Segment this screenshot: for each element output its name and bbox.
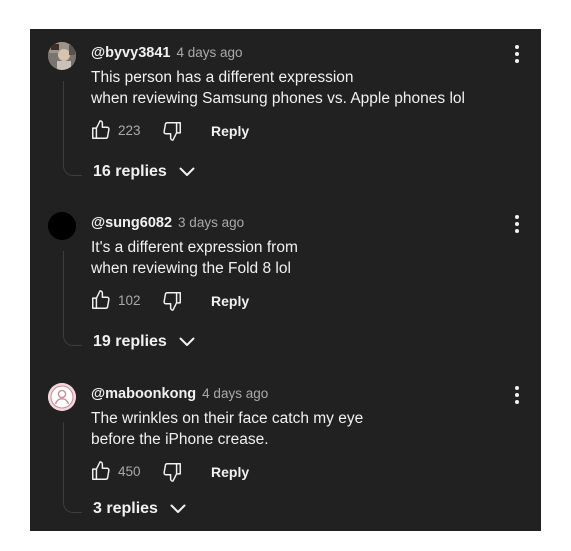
reply-button[interactable]: Reply: [211, 464, 249, 480]
comment-text-line: when reviewing the Fold 8 lol: [91, 260, 291, 277]
comment-text: This person has a different expression w…: [91, 67, 465, 109]
reply-button[interactable]: Reply: [211, 293, 249, 309]
chevron-down-icon[interactable]: [170, 504, 186, 514]
comment-text-line: The wrinkles on their face catch my eye: [91, 410, 364, 427]
comment-text-line: when reviewing Samsung phones vs. Apple …: [91, 90, 465, 107]
comments-panel: @byvy3841 4 days ago This person has a di…: [30, 29, 541, 531]
black-circle-avatar-icon: [48, 212, 76, 240]
comment-author[interactable]: @sung6082: [91, 215, 172, 231]
comment-author[interactable]: @maboonkong: [91, 386, 196, 402]
like-count: 450: [118, 464, 141, 479]
replies-toggle[interactable]: 19 replies: [93, 333, 195, 355]
thread-line: [63, 81, 82, 176]
avatar[interactable]: [48, 383, 76, 411]
more-vertical-icon[interactable]: [512, 214, 522, 234]
replies-count[interactable]: 3 replies: [93, 500, 158, 517]
chevron-down-icon[interactable]: [179, 167, 195, 177]
chevron-down-icon[interactable]: [179, 337, 195, 347]
comment-text-line: before the iPhone crease.: [91, 431, 269, 448]
like-count: 223: [118, 123, 141, 138]
thumbs-down-icon[interactable]: [161, 461, 183, 483]
replies-count[interactable]: 19 replies: [93, 333, 167, 350]
more-vertical-icon[interactable]: [512, 385, 522, 405]
thumbs-down-icon[interactable]: [161, 290, 183, 312]
thumbs-up-icon[interactable]: [90, 119, 112, 141]
comment-time[interactable]: 4 days ago: [176, 45, 242, 60]
thumbs-down-icon[interactable]: [161, 120, 183, 142]
profile-photo-icon: [48, 42, 76, 70]
default-user-avatar-icon: [48, 383, 76, 411]
replies-toggle[interactable]: 3 replies: [93, 500, 186, 522]
comment-actions: 450 Reply: [90, 460, 510, 484]
like-count: 102: [118, 293, 141, 308]
replies-toggle[interactable]: 16 replies: [93, 163, 195, 185]
thumbs-up-icon[interactable]: [90, 289, 112, 311]
comment-time[interactable]: 4 days ago: [202, 386, 268, 401]
comment-actions: 223 Reply: [90, 119, 510, 143]
reply-button[interactable]: Reply: [211, 123, 249, 139]
comment-actions: 102 Reply: [90, 289, 510, 313]
more-vertical-icon[interactable]: [512, 44, 522, 64]
comment-time[interactable]: 3 days ago: [178, 215, 244, 230]
thread-line: [63, 422, 82, 513]
thread-line: [63, 251, 82, 346]
comment-text: The wrinkles on their face catch my eye …: [91, 408, 363, 450]
comment-text-line: It's a different expression from: [91, 239, 298, 256]
thumbs-up-icon[interactable]: [90, 460, 112, 482]
replies-count[interactable]: 16 replies: [93, 163, 167, 180]
avatar[interactable]: [48, 212, 76, 240]
comment-text: It's a different expression from when re…: [91, 237, 298, 279]
avatar[interactable]: [48, 42, 76, 70]
comment-author[interactable]: @byvy3841: [91, 45, 170, 61]
comment-text-line: This person has a different expression: [91, 69, 354, 86]
